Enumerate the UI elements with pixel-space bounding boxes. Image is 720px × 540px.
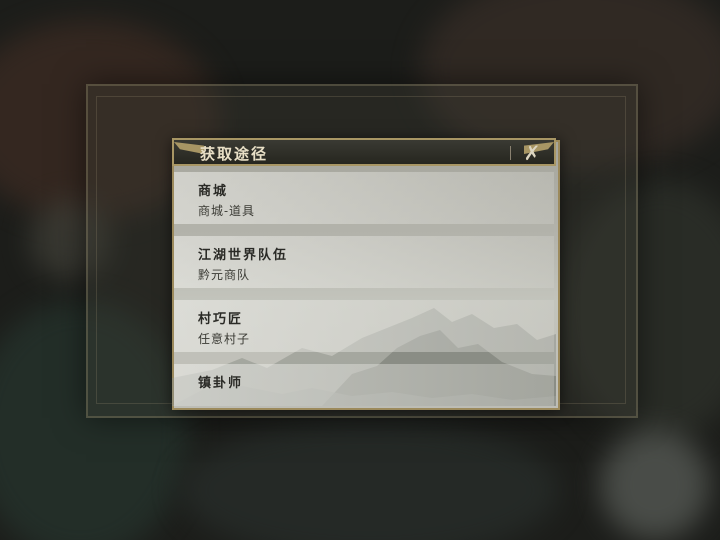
list-item[interactable]: 商城 商城-道具	[174, 172, 554, 224]
close-button[interactable]: ✗	[510, 141, 548, 165]
source-name: 商城	[198, 184, 229, 199]
list-item[interactable]: 镇卦师	[174, 364, 554, 406]
source-name: 村巧匠	[198, 312, 244, 327]
dialog-title: 获取途径	[200, 145, 269, 163]
source-list[interactable]: 商城 商城-道具 江湖世界队伍 黔元商队 村巧匠 任意村子 镇卦师	[174, 172, 554, 406]
acquisition-dialog: 获取途径 ✗ 商城 商城-道具 江湖世界队伍 黔元商队 村巧匠 任意村子 镇卦师	[150, 128, 578, 410]
source-detail: 任意村子	[198, 332, 251, 346]
source-name: 江湖世界队伍	[198, 248, 289, 263]
source-detail: 商城-道具	[198, 204, 256, 218]
close-separator	[510, 146, 511, 160]
list-item[interactable]: 江湖世界队伍 黔元商队	[174, 236, 554, 288]
close-x-icon: ✗	[523, 141, 541, 165]
source-detail: 黔元商队	[198, 268, 251, 282]
list-item[interactable]: 村巧匠 任意村子	[174, 300, 554, 352]
source-name: 镇卦师	[198, 376, 244, 391]
